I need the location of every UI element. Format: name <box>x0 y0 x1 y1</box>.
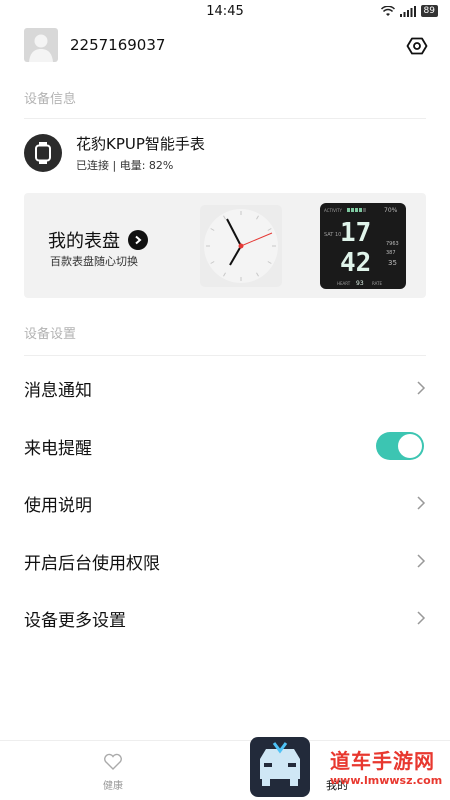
digital-watchface-preview[interactable]: ACTIVITY 70% SAT 10 17 42 7963 387 35 HE… <box>320 203 406 289</box>
watermark-text: 道车手游网 <box>330 749 435 773</box>
watermark-url: www.lmwwsz.com <box>330 774 443 787</box>
watchface-title[interactable]: 我的表盘 <box>48 227 148 253</box>
analog-clock-icon <box>204 209 278 283</box>
menu-label: 设备更多设置 <box>24 610 126 631</box>
digital-minute: 42 <box>340 248 371 278</box>
device-text: 花豹KPUP智能手表 已连接 | 电量: 82% <box>76 133 205 173</box>
arrow-right-icon[interactable] <box>128 230 148 250</box>
menu-label: 使用说明 <box>24 495 92 516</box>
watchface-subtitle: 百款表盘随心切换 <box>50 255 138 268</box>
menu-item-more-settings[interactable]: 设备更多设置 <box>24 598 426 638</box>
watch-icon <box>24 134 62 172</box>
menu-label: 消息通知 <box>24 380 92 401</box>
chevron-right-icon <box>417 554 426 568</box>
device-name: 花豹KPUP智能手表 <box>76 135 205 153</box>
menu-label: 来电提醒 <box>24 438 92 459</box>
digital-hour: 17 <box>340 218 371 248</box>
digital-battery: 70% <box>384 207 398 214</box>
watchface-card[interactable]: 我的表盘 百款表盘随心切换 ACTIVITY 70% SAT 10 17 42 … <box>24 193 426 298</box>
menu-item-notifications[interactable]: 消息通知 <box>24 368 426 408</box>
user-id[interactable]: 2257169037 <box>70 36 165 54</box>
section-title-device-info: 设备信息 <box>24 92 77 107</box>
digital-rate-label: RATE <box>372 281 382 286</box>
call-reminder-toggle[interactable] <box>376 432 424 460</box>
watermark-logo-icon <box>250 737 310 797</box>
digital-heart-label: HEART <box>337 281 351 286</box>
menu-label: 开启后台使用权限 <box>24 553 160 574</box>
nav-label-health: 健康 <box>103 781 123 792</box>
digital-clock-icon: ACTIVITY 70% SAT 10 17 42 7963 387 35 HE… <box>324 207 399 287</box>
profile-header: 2257169037 <box>24 26 430 64</box>
chevron-right-icon <box>417 381 426 395</box>
heart-icon <box>104 753 122 770</box>
default-avatar-icon <box>29 34 53 62</box>
analog-watchface-preview[interactable] <box>200 205 282 287</box>
toggle-knob <box>398 434 422 458</box>
chevron-right-icon <box>417 611 426 625</box>
digital-heart: 93 <box>356 280 364 287</box>
avatar[interactable] <box>24 28 58 62</box>
battery-indicator: 89 <box>420 5 438 17</box>
divider <box>24 355 426 356</box>
digital-date: SAT 10 <box>324 232 341 238</box>
digital-value-2: 387 <box>386 250 396 256</box>
device-row[interactable]: 花豹KPUP智能手表 已连接 | 电量: 82% <box>24 133 426 173</box>
chevron-right-icon <box>417 496 426 510</box>
status-icons: 89 <box>380 5 438 17</box>
menu-item-instructions[interactable]: 使用说明 <box>24 483 426 523</box>
settings-gear-icon[interactable] <box>406 35 428 57</box>
signal-icon <box>399 5 416 17</box>
menu-item-background-permission[interactable]: 开启后台使用权限 <box>24 541 426 581</box>
bottom-nav: 健康 我的 道车手游网 www.lmwwsz.com <box>0 737 450 800</box>
nav-tab-health[interactable]: 健康 <box>92 753 134 792</box>
digital-value-3: 35 <box>388 259 397 267</box>
menu-item-call-reminder: 来电提醒 <box>24 426 426 466</box>
divider <box>24 118 426 119</box>
digital-value-1: 7963 <box>386 241 399 247</box>
digital-top-label: ACTIVITY <box>324 208 342 213</box>
status-bar: 14:45 89 <box>0 0 450 24</box>
watermark: 道车手游网 www.lmwwsz.com <box>330 745 442 787</box>
watchface-title-label: 我的表盘 <box>48 231 120 252</box>
wifi-icon <box>380 5 395 16</box>
section-title-device-settings: 设备设置 <box>24 327 77 342</box>
device-status: 已连接 | 电量: 82% <box>76 159 174 172</box>
